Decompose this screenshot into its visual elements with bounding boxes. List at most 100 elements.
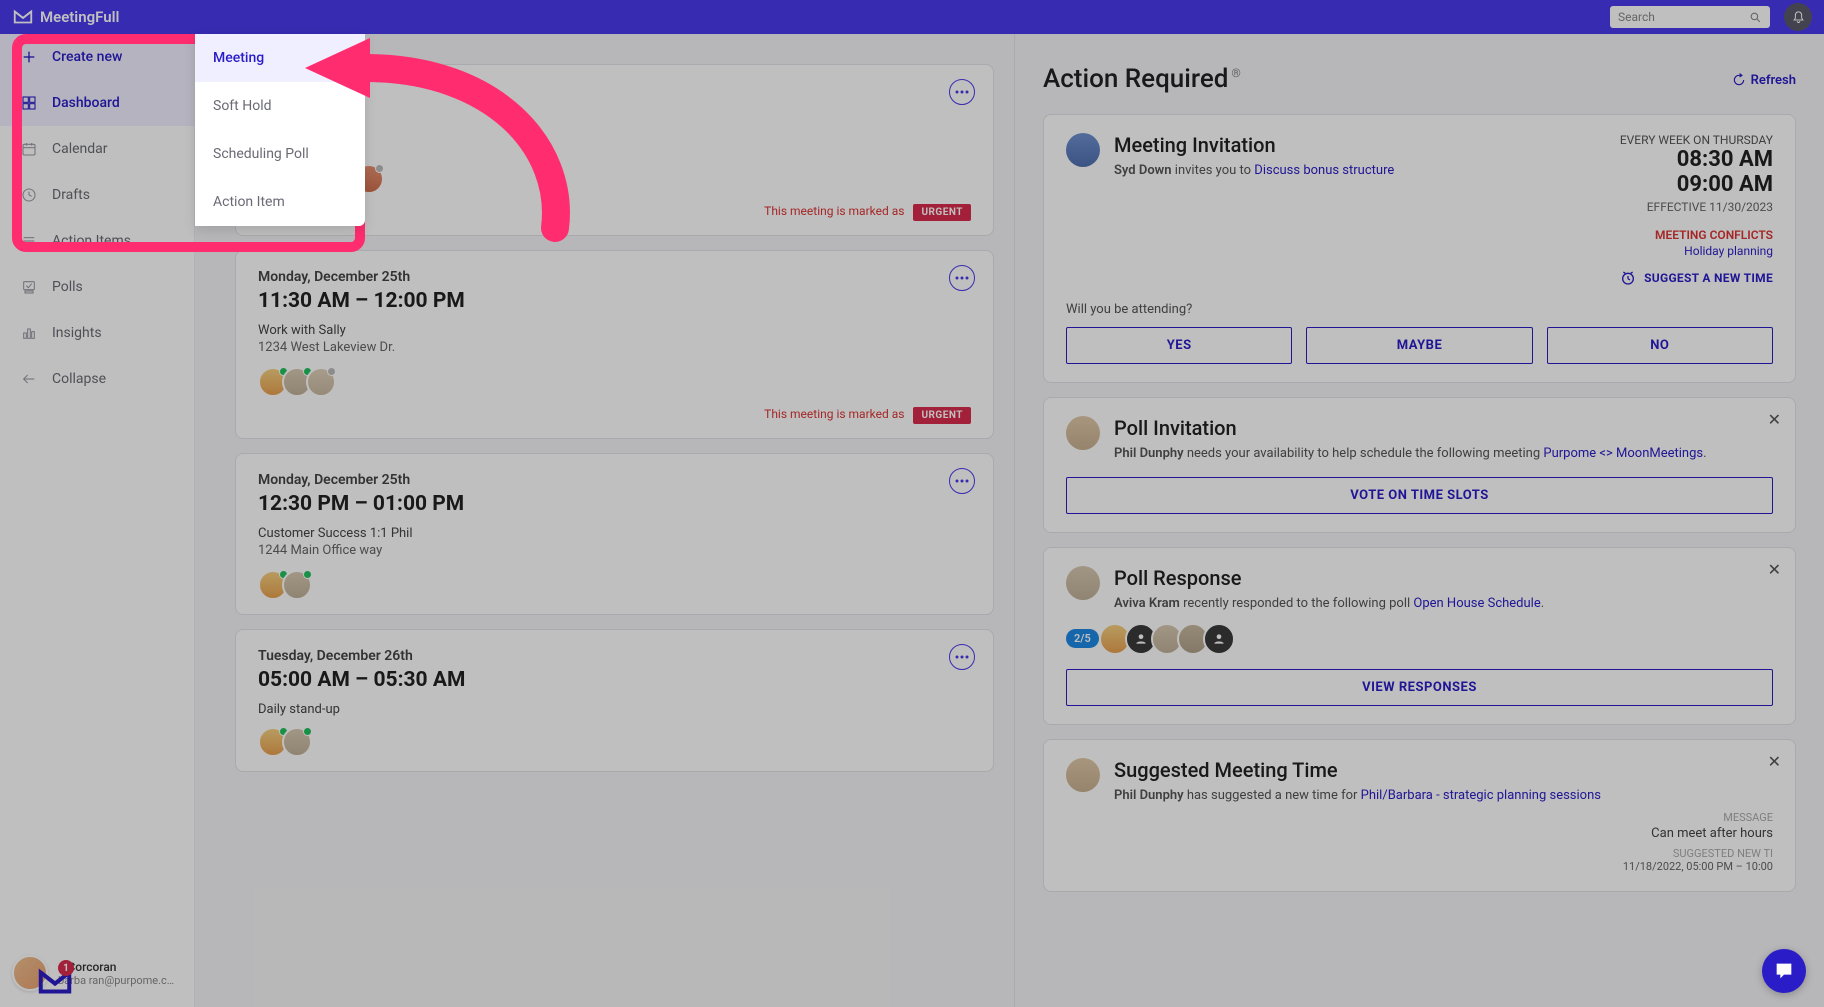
meeting-title: Customer Success 1:1 Phil <box>258 526 971 541</box>
user-email: barba ran@purpome.c… <box>58 974 174 987</box>
urgent-badge: URGENT <box>913 407 971 424</box>
sidebar-item-polls[interactable]: Polls <box>0 264 194 310</box>
create-new-button[interactable]: Create new <box>0 34 194 80</box>
avatar <box>1066 566 1100 600</box>
bell-icon <box>1791 10 1806 25</box>
app-badge[interactable]: 1 <box>36 963 74 1001</box>
meeting-time: 11:30 AM – 12:00 PM <box>258 289 971 313</box>
search-input[interactable]: Search <box>1610 6 1770 28</box>
notifications-button[interactable] <box>1784 3 1812 31</box>
suggest-time-button[interactable]: SUGGEST A NEW TIME <box>1066 270 1773 286</box>
meeting-title: Work with Sally <box>258 323 971 338</box>
card-menu-button[interactable] <box>949 265 975 291</box>
submenu-meeting[interactable]: Meeting <box>195 34 365 82</box>
meeting-time: 12:30 PM – 01:00 PM <box>258 492 971 516</box>
time-meta: EVERY WEEK ON THURSDAY 08:30 AM 09:00 AM… <box>1620 133 1773 214</box>
attendee-avatars <box>258 367 971 397</box>
ballot-icon <box>20 278 38 296</box>
poll-link[interactable]: Open House Schedule <box>1413 596 1540 611</box>
action-card-poll-response: ✕ Poll Response Aviva Kram recently resp… <box>1043 547 1796 725</box>
search-placeholder: Search <box>1618 10 1655 24</box>
avatar <box>1066 133 1100 167</box>
submenu-scheduling-poll[interactable]: Scheduling Poll <box>195 130 365 178</box>
sidebar-item-calendar[interactable]: Calendar <box>0 126 194 172</box>
poll-link[interactable]: Purpome <> MoonMeetings <box>1543 446 1703 461</box>
card-text: Aviva Kram recently responded to the fol… <box>1114 596 1773 611</box>
chat-button[interactable] <box>1762 949 1806 993</box>
person-icon <box>1212 632 1226 646</box>
meeting-link[interactable]: Discuss bonus structure <box>1254 163 1394 178</box>
submenu-soft-hold[interactable]: Soft Hold <box>195 82 365 130</box>
sidebar-item-dashboard[interactable]: Dashboard <box>0 80 194 126</box>
clock-icon <box>20 186 38 204</box>
avatar <box>1066 416 1100 450</box>
response-count: 2/5 <box>1066 629 1099 648</box>
meeting-loc: 1244 Main Office way <box>258 543 971 558</box>
meeting-card[interactable]: Monday, December 25th 12:30 PM – 01:00 P… <box>235 453 994 615</box>
refresh-button[interactable]: Refresh <box>1732 73 1796 88</box>
close-button[interactable]: ✕ <box>1768 410 1781 429</box>
card-title: Poll Invitation <box>1114 416 1773 440</box>
no-button[interactable]: NO <box>1547 327 1773 364</box>
meeting-date: Tuesday, December 26th <box>258 648 971 664</box>
arrow-left-icon <box>20 370 38 388</box>
vote-button[interactable]: VOTE ON TIME SLOTS <box>1066 477 1773 514</box>
sidebar-label: Action Items <box>52 233 131 249</box>
meeting-time: 05:00 AM – 05:30 AM <box>258 668 971 692</box>
meeting-loc: 1234 West Lakeview Dr. <box>258 340 971 355</box>
submenu-action-item[interactable]: Action Item <box>195 178 365 226</box>
bars-icon <box>20 324 38 342</box>
attendee-avatars <box>258 570 971 600</box>
card-menu-button[interactable] <box>949 468 975 494</box>
sidebar-item-action-items[interactable]: Action Items <box>0 218 194 264</box>
create-submenu: Meeting Soft Hold Scheduling Poll Action… <box>195 34 365 226</box>
refresh-icon <box>1732 73 1746 87</box>
yes-button[interactable]: YES <box>1066 327 1292 364</box>
conflict-link[interactable]: Holiday planning <box>1066 244 1773 258</box>
view-responses-button[interactable]: VIEW RESPONSES <box>1066 669 1773 706</box>
avatar <box>1066 758 1100 792</box>
card-menu-button[interactable] <box>949 644 975 670</box>
conflict-label: MEETING CONFLICTS <box>1066 228 1773 242</box>
grid-icon <box>20 94 38 112</box>
meeting-date: Monday, December 25th <box>258 269 971 285</box>
app-logo[interactable]: MeetingFull <box>12 6 119 28</box>
user-name: a Corcoran <box>58 960 174 974</box>
respondent-avatars: 2/5 <box>1066 623 1773 655</box>
attendee-avatars <box>258 727 971 757</box>
meeting-date: Monday, December 25th <box>258 472 971 488</box>
close-button[interactable]: ✕ <box>1768 560 1781 579</box>
suggestion-meta: MESSAGE Can meet after hours SUGGESTED N… <box>1066 811 1773 873</box>
sidebar-item-insights[interactable]: Insights <box>0 310 194 356</box>
plus-icon <box>20 48 38 66</box>
sidebar-label: Dashboard <box>52 95 120 111</box>
sidebar-label-create: Create new <box>52 49 122 65</box>
urgent-marker: This meeting is marked as URGENT <box>258 407 971 424</box>
list-icon <box>20 232 38 250</box>
alarm-icon <box>1620 270 1636 286</box>
meeting-card[interactable]: Tuesday, December 26th 05:00 AM – 05:30 … <box>235 629 994 772</box>
action-card-invitation: Meeting Invitation Syd Down invites you … <box>1043 114 1796 383</box>
maybe-button[interactable]: MAYBE <box>1306 327 1532 364</box>
search-icon <box>1749 11 1762 24</box>
meeting-title: Daily stand-up <box>258 702 971 717</box>
badge-count: 1 <box>58 960 74 976</box>
card-menu-button[interactable] <box>949 79 975 105</box>
urgent-badge: URGENT <box>913 204 971 221</box>
sidebar-label: Calendar <box>52 141 108 157</box>
close-button[interactable]: ✕ <box>1768 752 1781 771</box>
card-text: Phil Dunphy needs your availability to h… <box>1114 446 1773 461</box>
logo-icon <box>12 6 34 28</box>
meeting-link[interactable]: Phil/Barbara - strategic planning sessio… <box>1361 788 1601 803</box>
sidebar-item-collapse[interactable]: Collapse <box>0 356 194 402</box>
action-card-poll-invitation: ✕ Poll Invitation Phil Dunphy needs your… <box>1043 397 1796 533</box>
card-title: Meeting Invitation <box>1114 133 1606 157</box>
chat-icon <box>1773 960 1795 982</box>
card-title: Poll Response <box>1114 566 1773 590</box>
dots-icon <box>955 276 969 280</box>
sidebar-label: Drafts <box>52 187 90 203</box>
sidebar-item-drafts[interactable]: Drafts <box>0 172 194 218</box>
meeting-card[interactable]: Monday, December 25th 11:30 AM – 12:00 P… <box>235 250 994 439</box>
card-text: Syd Down invites you to Discuss bonus st… <box>1114 163 1606 178</box>
app-name: MeetingFull <box>40 8 119 26</box>
